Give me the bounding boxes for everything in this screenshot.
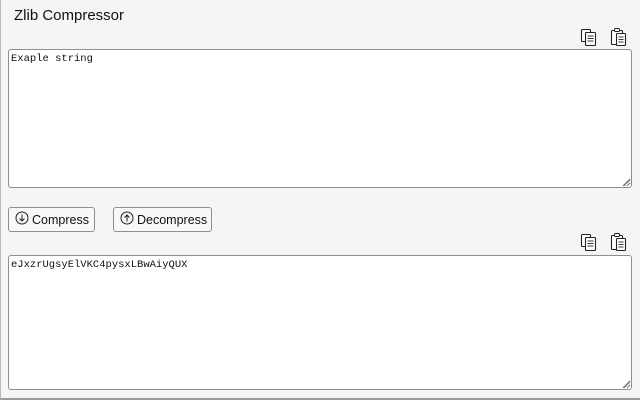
paste-icon: [610, 233, 627, 252]
decompress-label: Decompress: [137, 212, 208, 227]
decompress-button[interactable]: Decompress: [113, 207, 212, 232]
arrow-up-circle-icon: [120, 211, 134, 228]
compress-button[interactable]: Compress: [8, 207, 95, 232]
paste-input-button[interactable]: [609, 27, 629, 47]
copy-input-button[interactable]: [579, 27, 599, 47]
arrow-down-circle-icon: [15, 211, 29, 228]
output-textarea[interactable]: eJxzrUgsyElVKC4pysxLBwAiyQUX: [8, 255, 632, 390]
copy-output-button[interactable]: [579, 232, 599, 252]
input-textarea[interactable]: Exaple string: [8, 49, 632, 188]
copy-icon: [580, 233, 597, 252]
paste-icon: [610, 28, 627, 47]
app-title: Zlib Compressor: [14, 7, 125, 24]
copy-icon: [580, 28, 597, 47]
paste-output-button[interactable]: [609, 232, 629, 252]
compress-label: Compress: [32, 212, 89, 227]
